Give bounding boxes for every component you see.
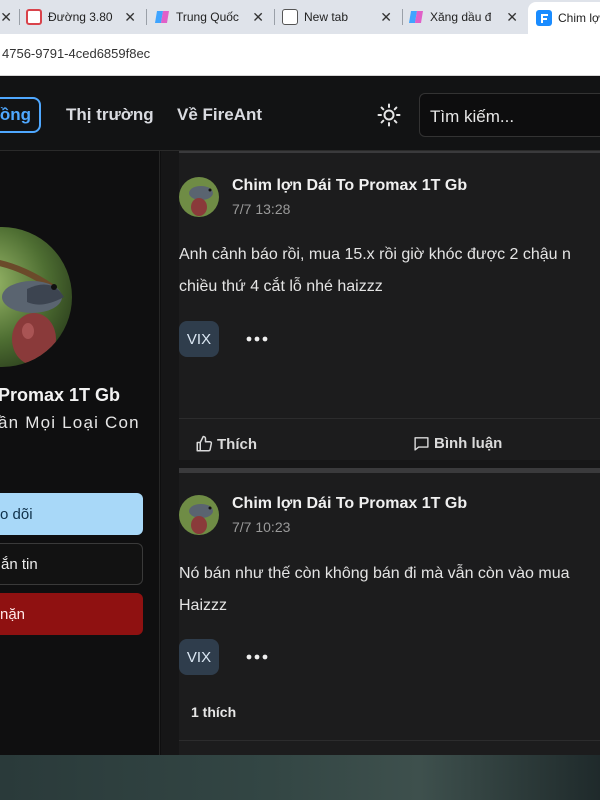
search-input[interactable]: Tìm kiếm... xyxy=(419,93,600,137)
sun-icon[interactable] xyxy=(377,103,401,127)
likes-count[interactable]: 1 thích xyxy=(191,704,236,720)
comment-button[interactable]: Bình luận xyxy=(413,435,502,452)
tab-2[interactable]: Trung Quốc ✕ xyxy=(154,0,272,34)
close-icon[interactable]: ✕ xyxy=(0,9,12,26)
profile-name: Promax 1T Gb xyxy=(0,385,121,405)
post-divider xyxy=(179,468,600,473)
close-icon[interactable]: ✕ xyxy=(506,9,518,26)
fireant-icon xyxy=(536,10,552,26)
browser-tab-strip: ✕ Đường 3.80 ✕ Trung Quốc ✕ New tab ✕ Xă… xyxy=(0,0,600,34)
comment-label: Bình luận xyxy=(434,435,503,452)
post-time[interactable]: 7/7 13:28 xyxy=(232,201,290,217)
post-card: Chim lợn Dái To Promax 1T Gb 7/7 10:23 N… xyxy=(179,468,600,755)
document-icon xyxy=(26,9,42,25)
post-divider xyxy=(179,418,600,419)
post-card: Chim lợn Dái To Promax 1T Gb 7/7 13:28 A… xyxy=(179,151,600,460)
block-button[interactable]: nặn xyxy=(0,593,143,635)
post-line: Haizzz xyxy=(179,597,228,614)
post-divider xyxy=(179,740,600,741)
more-options-icon[interactable] xyxy=(245,649,269,665)
nav-item-market[interactable]: Thị trường xyxy=(66,105,154,125)
copilot-icon xyxy=(408,9,424,25)
profile-bio: ần Mọi Loại Con xyxy=(0,413,140,432)
post-line: chiều thứ 4 cắt lỗ nhé haizzz xyxy=(179,278,383,295)
tab-3[interactable]: New tab ✕ xyxy=(282,0,400,34)
post-body: Anh cảnh báo rồi, mua 15.x rồi giờ khóc … xyxy=(179,239,600,303)
like-button[interactable]: Thích xyxy=(195,435,257,453)
author-avatar[interactable] xyxy=(179,177,219,217)
thumbs-up-icon xyxy=(196,435,213,452)
tab-separator xyxy=(19,9,20,25)
new-tab-icon xyxy=(282,9,298,25)
post-author[interactable]: Chim lợn Dái To Promax 1T Gb xyxy=(232,495,467,513)
tab-title: New tab xyxy=(304,10,349,24)
post-body: Nó bán như thế còn không bán đi mà vẫn c… xyxy=(179,558,600,622)
stock-tag[interactable]: VIX xyxy=(179,639,219,675)
post-divider xyxy=(179,151,600,153)
tab-separator xyxy=(402,9,403,25)
follow-button[interactable]: o dõi xyxy=(0,493,143,535)
tab-title: Trung Quốc xyxy=(176,10,239,24)
message-button[interactable]: ắn tin xyxy=(0,543,143,585)
desktop-background xyxy=(0,755,600,800)
post-line: Nó bán như thế còn không bán đi mà vẫn c… xyxy=(179,565,570,582)
like-label: Thích xyxy=(217,435,257,453)
tab-separator xyxy=(146,9,147,25)
profile-sidebar: Promax 1T Gb ần Mọi Loại Con o dõi ắn ti… xyxy=(0,151,160,755)
nav-item-about[interactable]: Về FireAnt xyxy=(177,105,262,125)
tab-active[interactable]: Chim lợ xyxy=(528,2,600,34)
more-options-icon[interactable] xyxy=(245,331,269,347)
tab-4[interactable]: Xăng dầu đ ✕ xyxy=(408,0,526,34)
close-icon[interactable]: ✕ xyxy=(124,9,136,26)
search-placeholder: Tìm kiếm... xyxy=(430,107,515,126)
url-text[interactable]: 4756-9791-4ced6859f8ec xyxy=(2,46,150,61)
address-bar[interactable]: 4756-9791-4ced6859f8ec xyxy=(0,34,600,76)
tab-partial[interactable]: ✕ xyxy=(0,0,16,34)
nav-item-active[interactable]: đồng xyxy=(0,97,41,133)
close-icon[interactable]: ✕ xyxy=(252,9,264,26)
post-line: Anh cảnh báo rồi, mua 15.x rồi giờ khóc … xyxy=(179,246,571,263)
comment-icon xyxy=(414,437,429,451)
close-icon[interactable]: ✕ xyxy=(380,9,392,26)
tab-title: Đường 3.80 xyxy=(48,10,113,24)
avatar[interactable] xyxy=(0,227,72,367)
author-avatar[interactable] xyxy=(179,495,219,535)
app-header: đồng Thị trường Về FireAnt Tìm kiếm... xyxy=(0,77,600,151)
post-author[interactable]: Chim lợn Dái To Promax 1T Gb xyxy=(232,177,467,195)
stock-tag[interactable]: VIX xyxy=(179,321,219,357)
post-time[interactable]: 7/7 10:23 xyxy=(232,519,290,535)
tab-separator xyxy=(274,9,275,25)
copilot-icon xyxy=(154,9,170,25)
tab-title: Chim lợ xyxy=(558,11,600,25)
tab-title: Xăng dầu đ xyxy=(430,10,492,24)
tab-1[interactable]: Đường 3.80 ✕ xyxy=(26,0,144,34)
post-feed: Chim lợn Dái To Promax 1T Gb 7/7 13:28 A… xyxy=(161,151,600,755)
